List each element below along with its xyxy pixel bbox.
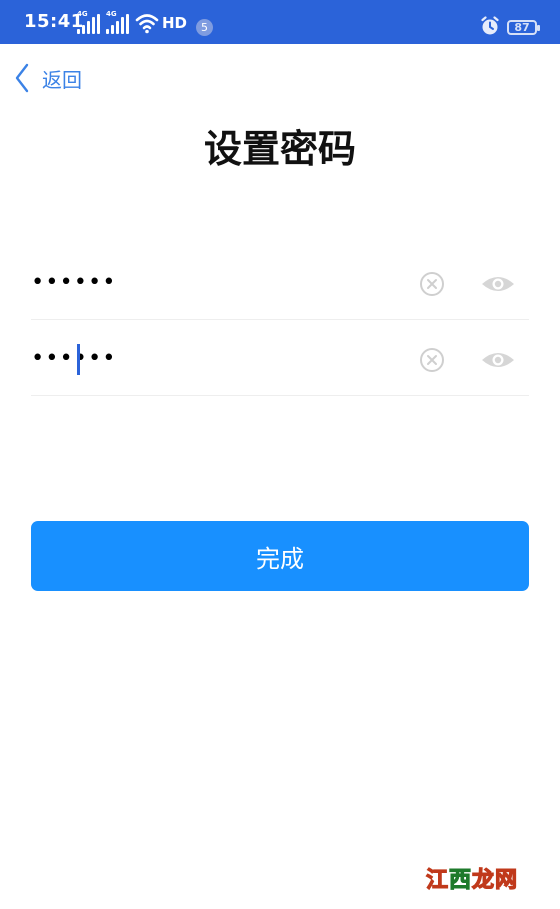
confirm-password-input[interactable] xyxy=(31,342,391,376)
alarm-icon xyxy=(481,16,499,35)
status-bar: 15:41 4G 4G HD 5 87 xyxy=(0,0,560,44)
chevron-left-icon xyxy=(15,63,29,93)
text-cursor xyxy=(77,344,80,375)
clear-icon[interactable] xyxy=(419,271,445,297)
page-title: 设置密码 xyxy=(203,127,356,171)
watermark-text-3: 龙网 xyxy=(471,867,519,893)
network-type-label: 4G xyxy=(77,10,88,18)
battery-icon: 87 xyxy=(507,20,540,35)
status-time: 15:41 xyxy=(24,11,84,32)
hd-voice-label: HD xyxy=(162,14,188,32)
eye-icon[interactable] xyxy=(481,274,515,294)
confirm-password-field xyxy=(31,322,529,396)
wifi-icon xyxy=(135,14,159,34)
watermark-text-1: 江 xyxy=(425,867,450,893)
battery-level: 87 xyxy=(514,21,530,34)
notification-badge: 5 xyxy=(196,19,213,36)
back-button[interactable]: 返回 xyxy=(14,62,82,94)
back-label: 返回 xyxy=(42,67,82,92)
password-field xyxy=(31,246,529,320)
clear-icon[interactable] xyxy=(419,347,445,373)
password-input[interactable] xyxy=(31,266,391,300)
watermark-logo: 江西龙网 xyxy=(425,862,519,894)
cellular-signal-icon-2: 4G xyxy=(106,10,130,34)
eye-icon[interactable] xyxy=(481,350,515,370)
network-type-label-2: 4G xyxy=(106,10,117,18)
done-button[interactable]: 完成 xyxy=(31,521,529,591)
cellular-signal-icon: 4G xyxy=(77,10,101,34)
watermark-text-2: 西 xyxy=(448,867,473,893)
